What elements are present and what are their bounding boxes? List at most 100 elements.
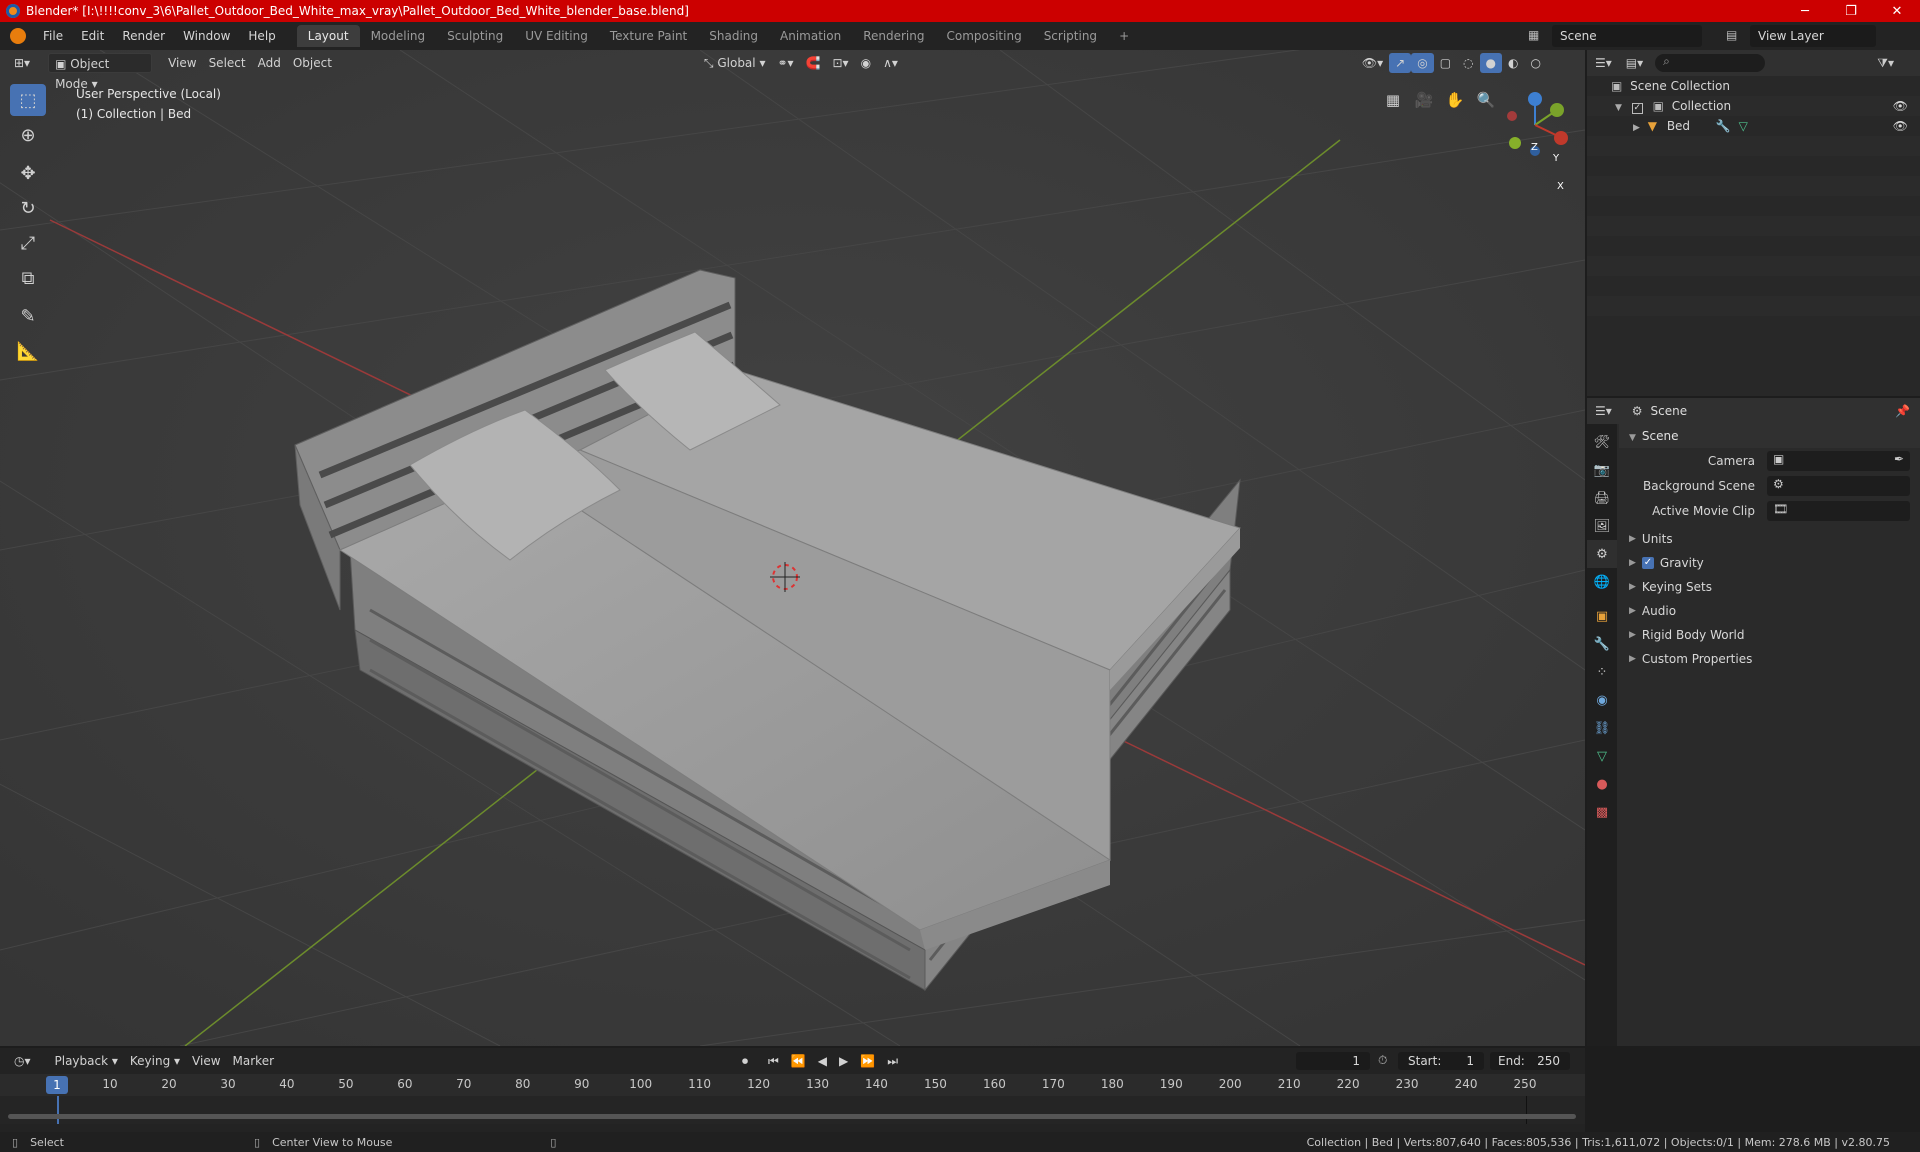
mesh-data-icon[interactable]: ▽: [1739, 119, 1748, 133]
snap-target-icon[interactable]: ⊡▾: [827, 53, 855, 73]
menu-object[interactable]: Object: [287, 53, 338, 73]
keying-sets-panel[interactable]: ▶ Keying Sets: [1619, 575, 1920, 599]
timeline-tracks[interactable]: [0, 1096, 1585, 1124]
scene-panel-header[interactable]: ▼ Scene: [1619, 424, 1920, 448]
toggle-grid-icon[interactable]: ▦: [1380, 87, 1406, 113]
expand-arrow-icon[interactable]: ▶: [1633, 123, 1640, 133]
bed-visibility-icon[interactable]: 👁: [1893, 116, 1908, 136]
play-reverse-button[interactable]: ◀: [812, 1051, 833, 1071]
select-box-tool-icon[interactable]: ⬚: [10, 84, 46, 116]
overlay-toggle-icon[interactable]: ◎: [1411, 53, 1434, 73]
visibility-icon[interactable]: 👁▾: [1356, 53, 1389, 73]
end-frame-field[interactable]: End: 250: [1490, 1052, 1570, 1070]
outliner-row-collection[interactable]: ▼ ✓ ▣ Collection 👁: [1587, 96, 1920, 116]
tab-shading[interactable]: Shading: [698, 25, 769, 47]
active-movie-clip-field[interactable]: 🎞: [1767, 500, 1910, 521]
view-layer-selector[interactable]: View Layer: [1750, 25, 1876, 47]
menu-window[interactable]: Window: [174, 25, 239, 47]
menu-edit[interactable]: Edit: [72, 25, 113, 47]
shading-material-icon[interactable]: ◐: [1502, 53, 1524, 73]
minimize-button[interactable]: ─: [1782, 0, 1828, 22]
preview-range-icon[interactable]: ⏱: [1378, 1053, 1387, 1068]
output-tab-icon[interactable]: 🖨: [1587, 484, 1617, 512]
constraints-tab-icon[interactable]: ⛓: [1587, 714, 1617, 742]
mode-selector[interactable]: ▣ Object Mode ▾: [48, 53, 153, 91]
pivot-icon[interactable]: ⚭▾: [771, 53, 799, 73]
rotate-tool-icon[interactable]: ↻: [10, 192, 46, 224]
audio-panel[interactable]: ▶ Audio: [1619, 599, 1920, 623]
menu-playback[interactable]: Playback ▾: [49, 1051, 124, 1071]
camera-field[interactable]: ▣ ✒: [1767, 450, 1910, 471]
filter-icon[interactable]: ⧩▾: [1877, 56, 1894, 71]
close-button[interactable]: ✕: [1874, 0, 1920, 22]
zoom-view-icon[interactable]: 🔍: [1473, 87, 1499, 113]
timeline-ruler[interactable]: 1 10 20 30 40 50 60 70 80 90 100 110 120 130 140 150 16…: [0, 1074, 1585, 1096]
expand-arrow-icon[interactable]: ▼: [1615, 103, 1622, 113]
jump-keyframe-back-button[interactable]: ⏪: [785, 1051, 812, 1071]
material-tab-icon[interactable]: ●: [1587, 770, 1617, 798]
shading-wireframe-icon[interactable]: ◌: [1457, 53, 1479, 73]
restore-button[interactable]: ❐: [1828, 0, 1874, 22]
outliner-search-input[interactable]: ⌕: [1655, 54, 1766, 72]
annotate-tool-icon[interactable]: ✎: [10, 300, 46, 332]
tab-texture-paint[interactable]: Texture Paint: [599, 25, 698, 47]
timeline-editor-icon[interactable]: ◷▾: [8, 1051, 37, 1071]
tab-uv-editing[interactable]: UV Editing: [514, 25, 599, 47]
pin-icon[interactable]: 📌: [1895, 404, 1910, 418]
tab-scripting[interactable]: Scripting: [1033, 25, 1108, 47]
transform-orientation[interactable]: ⤡ Global ▾: [698, 53, 772, 73]
outliner-editor-icon[interactable]: ☰▾: [1595, 56, 1612, 70]
current-frame-field[interactable]: 1: [1296, 1052, 1370, 1070]
editor-type-icon[interactable]: ⊞▾: [8, 53, 36, 73]
transform-tool-icon[interactable]: ⧉: [10, 262, 46, 294]
scene-selector[interactable]: Scene: [1552, 25, 1702, 47]
start-frame-field[interactable]: Start: 1: [1398, 1052, 1484, 1070]
menu-view[interactable]: View: [162, 53, 202, 73]
gravity-checkbox[interactable]: ✓: [1641, 557, 1654, 569]
gizmo-toggle-icon[interactable]: ↗: [1389, 53, 1412, 73]
pan-view-icon[interactable]: ✋: [1442, 87, 1468, 113]
physics-tab-icon[interactable]: ◉: [1587, 686, 1617, 714]
menu-select[interactable]: Select: [203, 53, 252, 73]
menu-file[interactable]: File: [34, 25, 72, 47]
outliner-row-bed[interactable]: ▶ ▼ Bed 🔧 ▽ 👁: [1587, 116, 1920, 136]
modifier-tab-icon[interactable]: 🔧: [1587, 630, 1617, 658]
world-tab-icon[interactable]: 🌐: [1587, 568, 1617, 596]
tab-rendering[interactable]: Rendering: [852, 25, 935, 47]
tab-compositing[interactable]: Compositing: [935, 25, 1032, 47]
scene-tab-icon[interactable]: ⚙: [1587, 540, 1617, 568]
timeline-scrollbar[interactable]: [8, 1114, 1576, 1119]
add-workspace-button[interactable]: +: [1108, 25, 1140, 47]
falloff-icon[interactable]: ∧▾: [877, 53, 904, 73]
tool-tab-icon[interactable]: 🛠: [1587, 428, 1617, 456]
shading-rendered-icon[interactable]: ○: [1524, 53, 1546, 73]
particles-tab-icon[interactable]: ⁘: [1587, 658, 1617, 686]
menu-marker[interactable]: Marker: [227, 1051, 280, 1071]
measure-tool-icon[interactable]: 📐: [10, 335, 46, 367]
menu-add[interactable]: Add: [252, 53, 287, 73]
cursor-tool-icon[interactable]: ⊕: [10, 119, 46, 151]
jump-start-button[interactable]: ⏮: [762, 1051, 785, 1071]
gravity-panel[interactable]: ▶ ✓ Gravity: [1619, 551, 1920, 575]
xray-icon[interactable]: ▢: [1434, 53, 1457, 73]
scene-selector-icon[interactable]: ▦: [1528, 28, 1539, 42]
snap-icon[interactable]: 🧲: [800, 53, 827, 73]
proportional-edit-icon[interactable]: ◉: [855, 53, 877, 73]
scale-tool-icon[interactable]: ⤢: [10, 227, 46, 259]
texture-tab-icon[interactable]: ▩: [1587, 798, 1617, 826]
menu-render[interactable]: Render: [113, 25, 174, 47]
render-tab-icon[interactable]: 📷: [1587, 456, 1617, 484]
display-mode-icon[interactable]: ▤▾: [1626, 56, 1643, 70]
record-button[interactable]: ⏺: [736, 1051, 754, 1071]
properties-editor-icon[interactable]: ☰▾: [1595, 404, 1612, 418]
outliner-row-scene-collection[interactable]: ▣ Scene Collection: [1587, 76, 1920, 96]
tab-modeling[interactable]: Modeling: [360, 25, 437, 47]
tab-layout[interactable]: Layout: [296, 25, 360, 47]
menu-keying[interactable]: Keying ▾: [124, 1051, 186, 1071]
jump-end-button[interactable]: ⏭: [881, 1051, 904, 1071]
view-layer-icon[interactable]: ▤: [1726, 28, 1737, 42]
3d-viewport[interactable]: Z Y X ⊞▾ ▣ Object Mode ▾ View Select Add…: [0, 50, 1585, 1046]
camera-view-icon[interactable]: 🎥: [1411, 87, 1437, 113]
playhead-marker[interactable]: 1: [46, 1076, 68, 1094]
jump-keyframe-forward-button[interactable]: ⏩: [854, 1051, 881, 1071]
